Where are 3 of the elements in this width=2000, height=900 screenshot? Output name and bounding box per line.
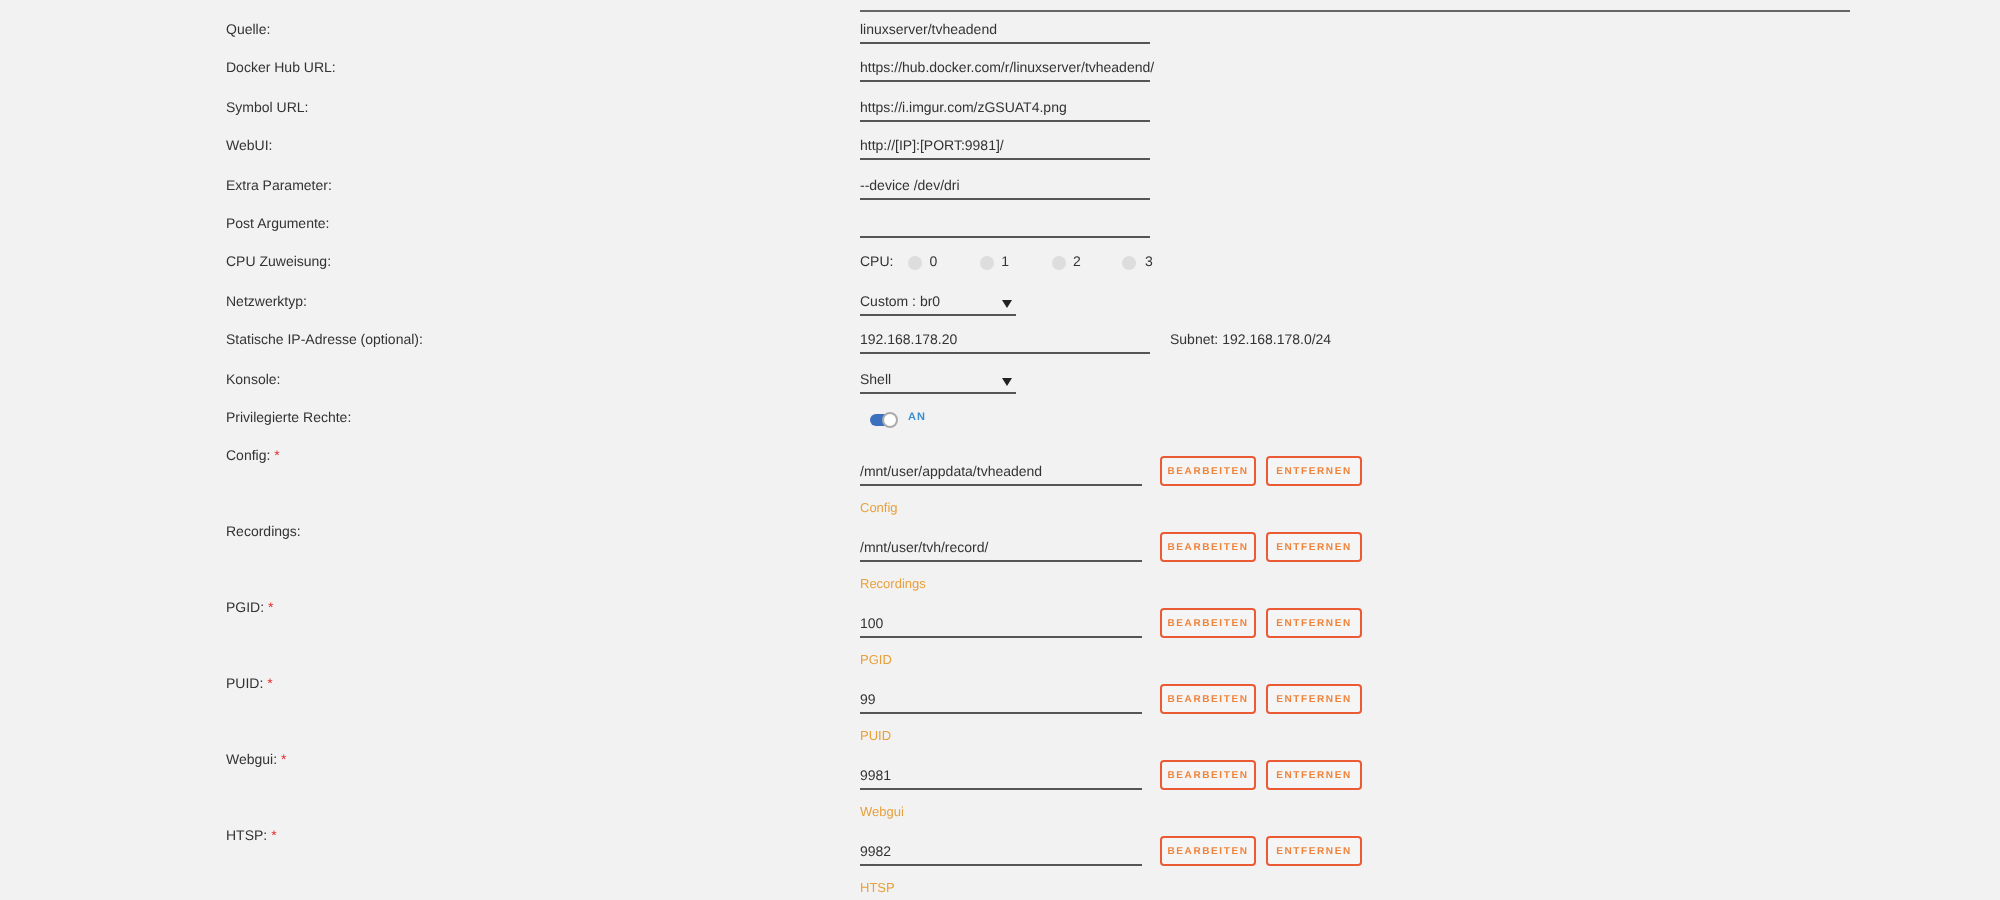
toggle-switch[interactable] bbox=[870, 413, 896, 426]
caret-icon bbox=[1002, 299, 1012, 308]
caret-icon bbox=[1002, 377, 1012, 386]
